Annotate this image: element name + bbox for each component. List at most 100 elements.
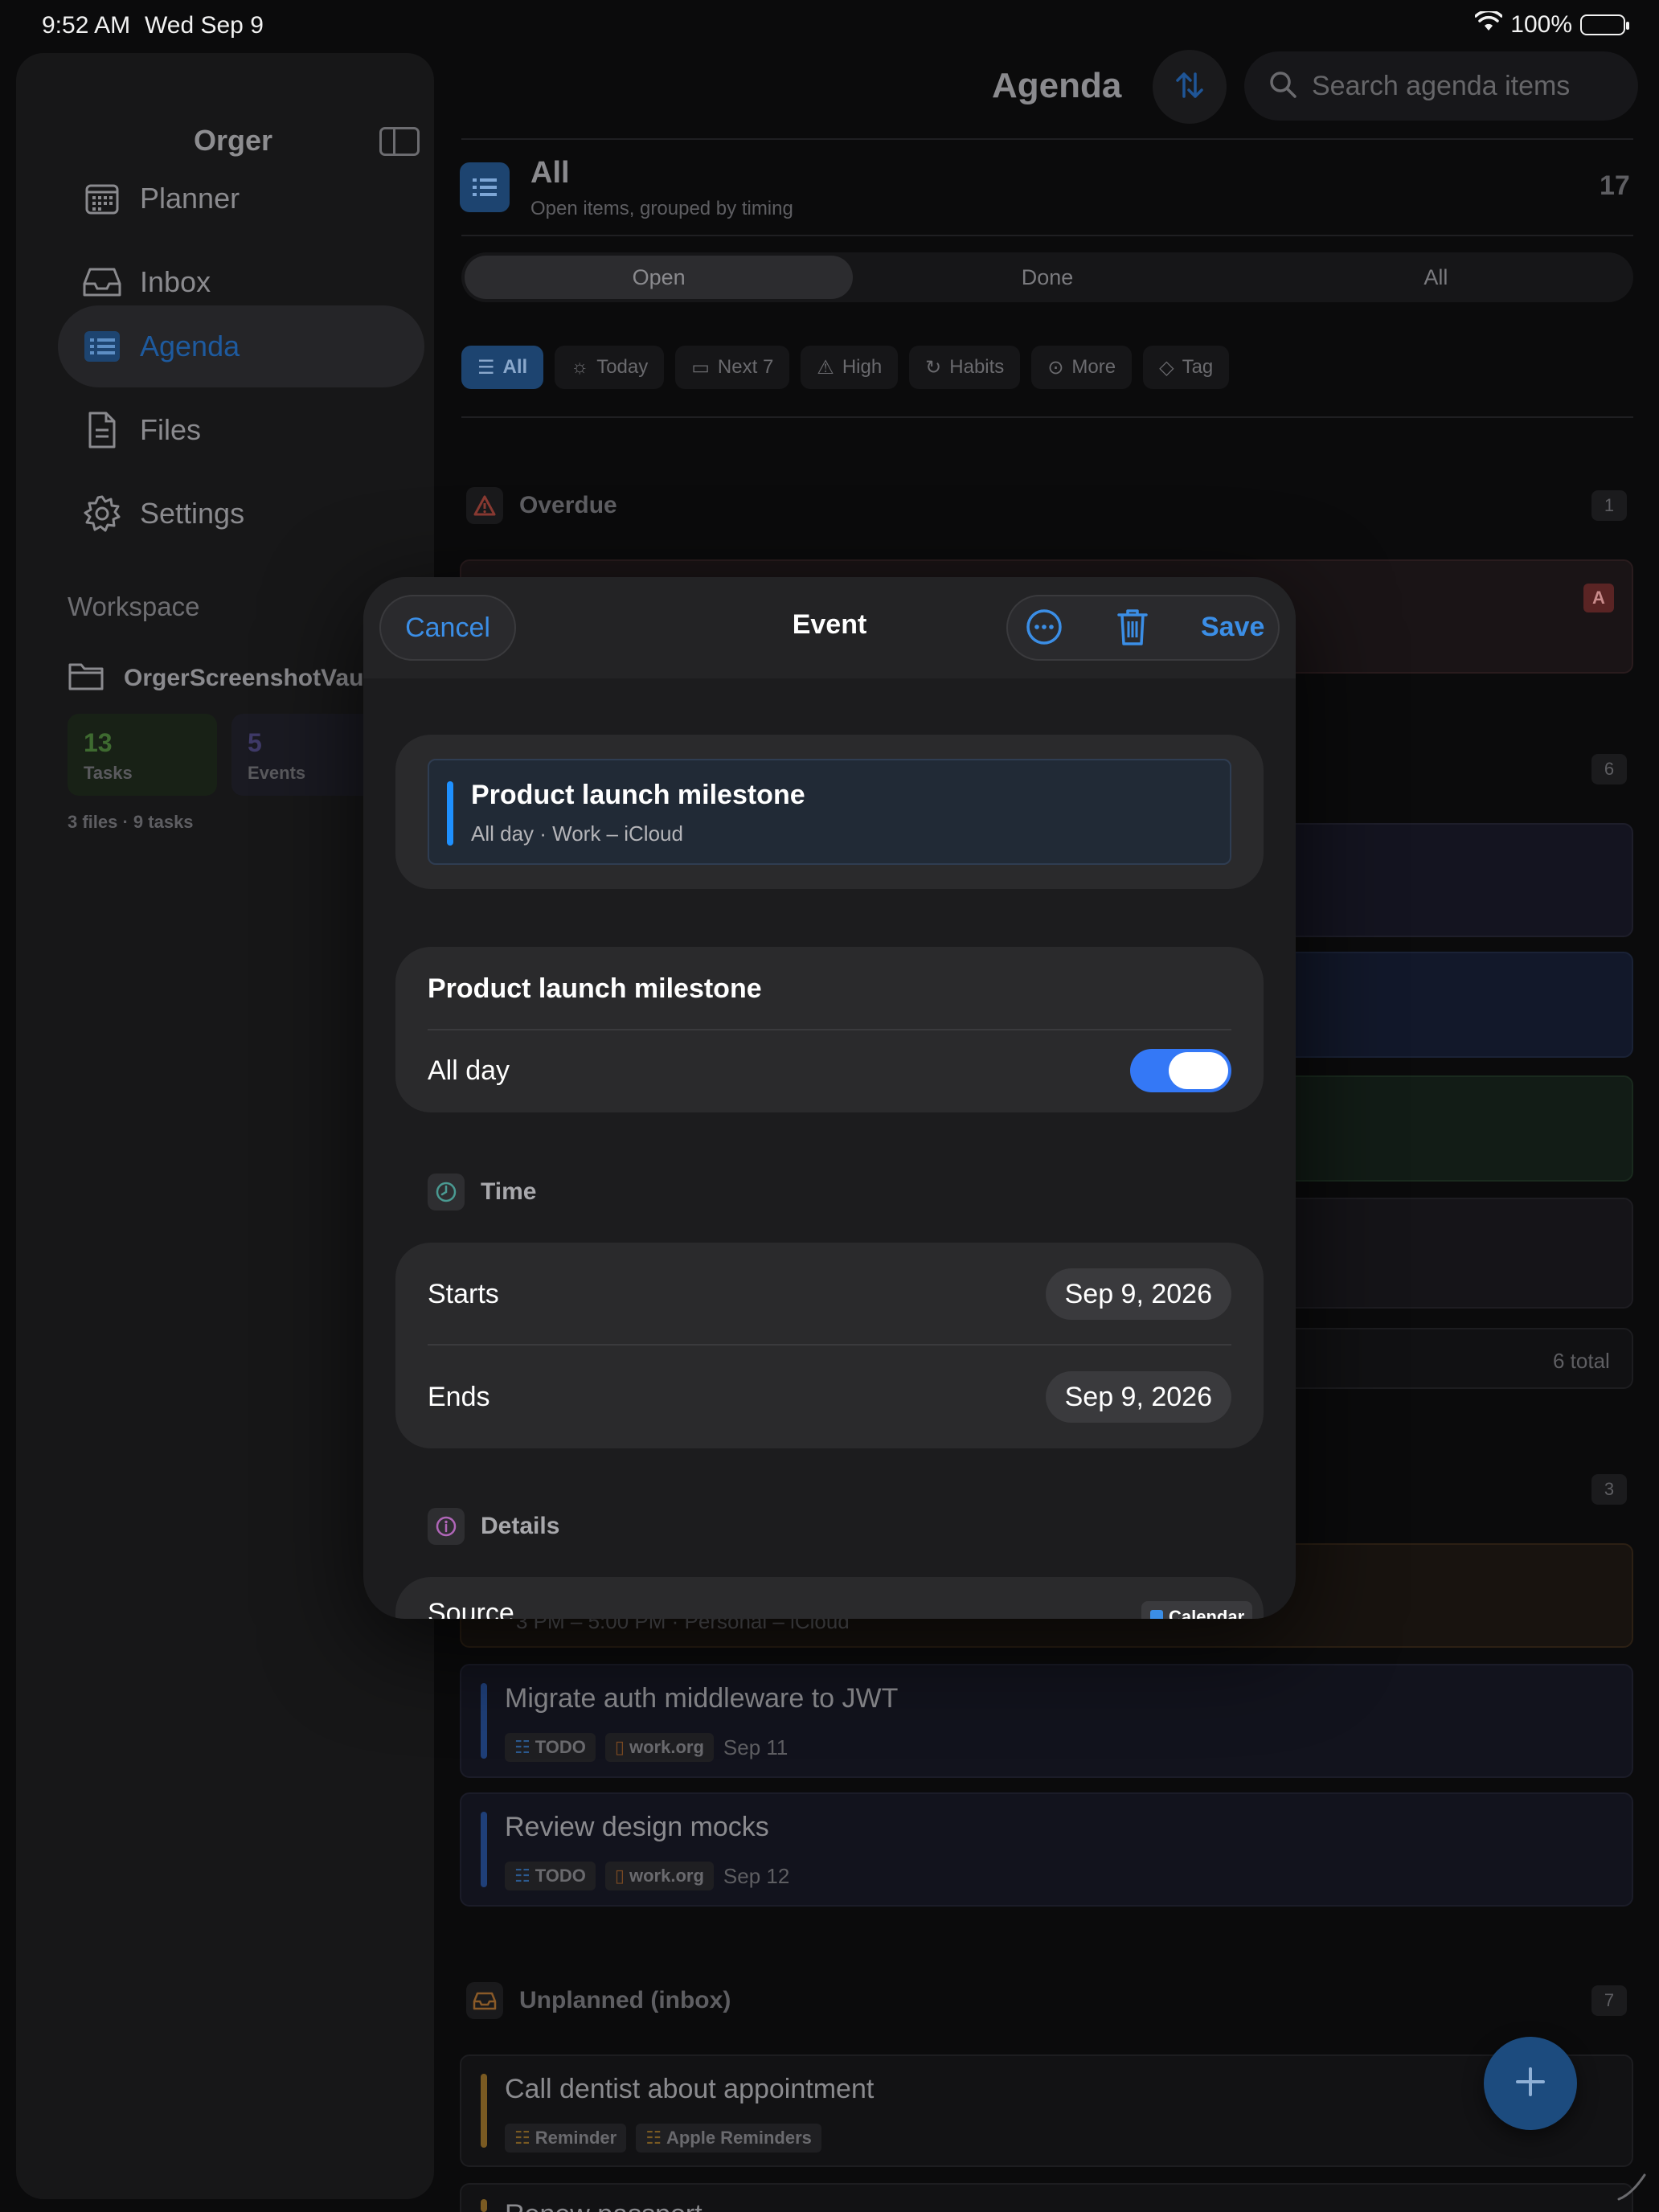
document-icon <box>82 410 122 450</box>
add-button[interactable] <box>1484 2037 1577 2130</box>
clock-icon <box>428 1174 465 1210</box>
ellipsis-circle-icon <box>1026 608 1063 649</box>
search-input[interactable] <box>1312 70 1617 102</box>
item-meta: ☷ TODO ▯ work.org Sep 12 <box>505 1862 789 1890</box>
item-title: Renew passport <box>505 2199 703 2212</box>
sort-arrows-icon <box>1174 69 1206 105</box>
list-icon <box>82 326 122 367</box>
section-overdue-header: Overdue <box>466 487 617 524</box>
plus-icon <box>1513 2064 1548 2103</box>
chip-tag[interactable]: ◇ Tag <box>1143 346 1230 389</box>
inbox-tray-icon <box>82 262 122 302</box>
tasks-label: Tasks <box>84 763 133 783</box>
segment-all[interactable]: All <box>1242 256 1630 299</box>
all-day-label: All day <box>428 1055 510 1086</box>
sidebar-item-files[interactable]: Files <box>58 389 424 471</box>
chip-label: Today <box>596 356 649 378</box>
list-item[interactable]: Call dentist about appointment ☷ Reminder… <box>460 2054 1633 2167</box>
sidebar-item-agenda[interactable]: Agenda <box>58 305 424 387</box>
source-row: Source Calendar <box>395 1577 1264 1619</box>
preview-subtitle: All day · Work – iCloud <box>471 821 683 846</box>
reminder-tag: ☷ Reminder <box>505 2124 627 2153</box>
divider <box>428 1344 1231 1346</box>
section-count: 6 <box>1591 754 1627 784</box>
list-icon: ☰ <box>477 356 495 379</box>
tag-label: work.org <box>629 1866 704 1886</box>
status-time: 9:52 AM <box>42 12 131 39</box>
more-button[interactable] <box>1024 608 1064 649</box>
sidebar-item-planner[interactable]: Planner <box>58 158 424 240</box>
wifi-icon <box>1474 9 1504 39</box>
event-title-field[interactable] <box>428 973 1231 1005</box>
tag-label: work.org <box>629 1737 704 1757</box>
chip-label: Tag <box>1182 356 1214 378</box>
sidebar-item-label: Inbox <box>140 265 211 298</box>
workspace-summary: 3 files · 9 tasks <box>68 812 194 832</box>
section-label: Time <box>481 1178 537 1205</box>
chip-next-7[interactable]: ▭ Next 7 <box>675 346 790 389</box>
item-color-bar <box>481 2199 487 2212</box>
file-icon: ▯ <box>614 1737 625 1757</box>
ends-label: Ends <box>428 1381 490 1412</box>
list-count: 17 <box>1600 170 1630 201</box>
segment-done[interactable]: Done <box>853 256 1241 299</box>
item-date: Sep 11 <box>723 1735 789 1759</box>
sidebar-item-settings[interactable]: Settings <box>58 473 424 555</box>
source-tag: ☷ Apple Reminders <box>636 2124 821 2153</box>
save-button[interactable]: Save <box>1201 612 1264 643</box>
list-item[interactable]: Renew passport <box>460 2183 1633 2212</box>
list-item[interactable]: Review design mocks ☷ TODO ▯ work.org Sep … <box>460 1792 1633 1907</box>
chip-all[interactable]: ☰ All <box>461 346 544 389</box>
status-bar: 9:52 AM Wed Sep 9 100% <box>0 0 1659 51</box>
sidebar-toggle-icon[interactable] <box>379 127 420 156</box>
time-group: Starts Sep 9, 2026 Ends Sep 9, 2026 <box>395 1243 1264 1448</box>
chip-more[interactable]: ⊙ More <box>1031 346 1133 389</box>
battery-icon <box>1580 14 1629 35</box>
event-basics-group: All day <box>395 947 1264 1112</box>
starts-label: Starts <box>428 1278 499 1309</box>
status-date: Wed Sep 9 <box>145 12 264 39</box>
status-indicators: 100% <box>1474 9 1629 39</box>
time-section-header: Time <box>428 1174 536 1210</box>
end-date-picker[interactable]: Sep 9, 2026 <box>1045 1371 1231 1423</box>
tasks-stat-card: 13 Tasks <box>68 714 217 796</box>
event-preview-group: Product launch milestone All day · Work … <box>395 735 1264 889</box>
more-circle-icon: ⊙ <box>1047 356 1064 379</box>
search-bar[interactable] <box>1244 51 1638 121</box>
sun-icon: ☼ <box>571 356 589 378</box>
start-date-picker[interactable]: Sep 9, 2026 <box>1045 1268 1231 1320</box>
segment-open[interactable]: Open <box>465 256 854 299</box>
divider <box>461 138 1633 140</box>
source-label: Source <box>428 1598 514 1619</box>
file-tag: ▯ work.org <box>604 1733 714 1762</box>
section-label: Overdue <box>519 492 617 518</box>
source-badge: Calendar <box>1141 1601 1253 1619</box>
delete-button[interactable] <box>1112 606 1153 651</box>
workspace-folder[interactable]: OrgerScreenshotVau <box>68 661 363 695</box>
chip-today[interactable]: ☼ Today <box>555 346 665 389</box>
tag-label: Reminder <box>535 2128 617 2148</box>
list-icon <box>460 162 510 212</box>
list-title: All <box>530 156 570 190</box>
chip-habits[interactable]: ↻ Habits <box>909 346 1021 389</box>
info-icon <box>428 1508 465 1545</box>
all-day-toggle[interactable] <box>1130 1049 1231 1092</box>
item-color-bar <box>481 1683 487 1759</box>
workspace-folder-name: OrgerScreenshotVau <box>124 664 364 691</box>
header-actions: Save <box>1006 595 1280 661</box>
chip-high[interactable]: ⚠ High <box>801 346 899 389</box>
item-title: Call dentist about appointment <box>505 2074 875 2104</box>
item-meta: ☷ TODO ▯ work.org Sep 11 <box>505 1733 788 1762</box>
chip-label: High <box>842 356 883 378</box>
item-meta: ☷ Reminder ☷ Apple Reminders <box>505 2124 821 2153</box>
all-day-row: All day <box>428 1045 1231 1096</box>
event-color-bar <box>447 781 453 846</box>
ends-row: Ends Sep 9, 2026 <box>428 1371 1231 1423</box>
list-item[interactable]: Migrate auth middleware to JWT ☷ TODO ▯ wo… <box>460 1664 1633 1778</box>
item-date: Sep 12 <box>723 1863 790 1888</box>
event-editor-sheet: Cancel Event Save Product launch milesto… <box>363 577 1296 1619</box>
event-preview-card: Product launch milestone All day · Work … <box>428 759 1231 865</box>
sort-button[interactable] <box>1153 50 1227 124</box>
cancel-button[interactable]: Cancel <box>379 595 516 661</box>
divider <box>461 416 1633 418</box>
